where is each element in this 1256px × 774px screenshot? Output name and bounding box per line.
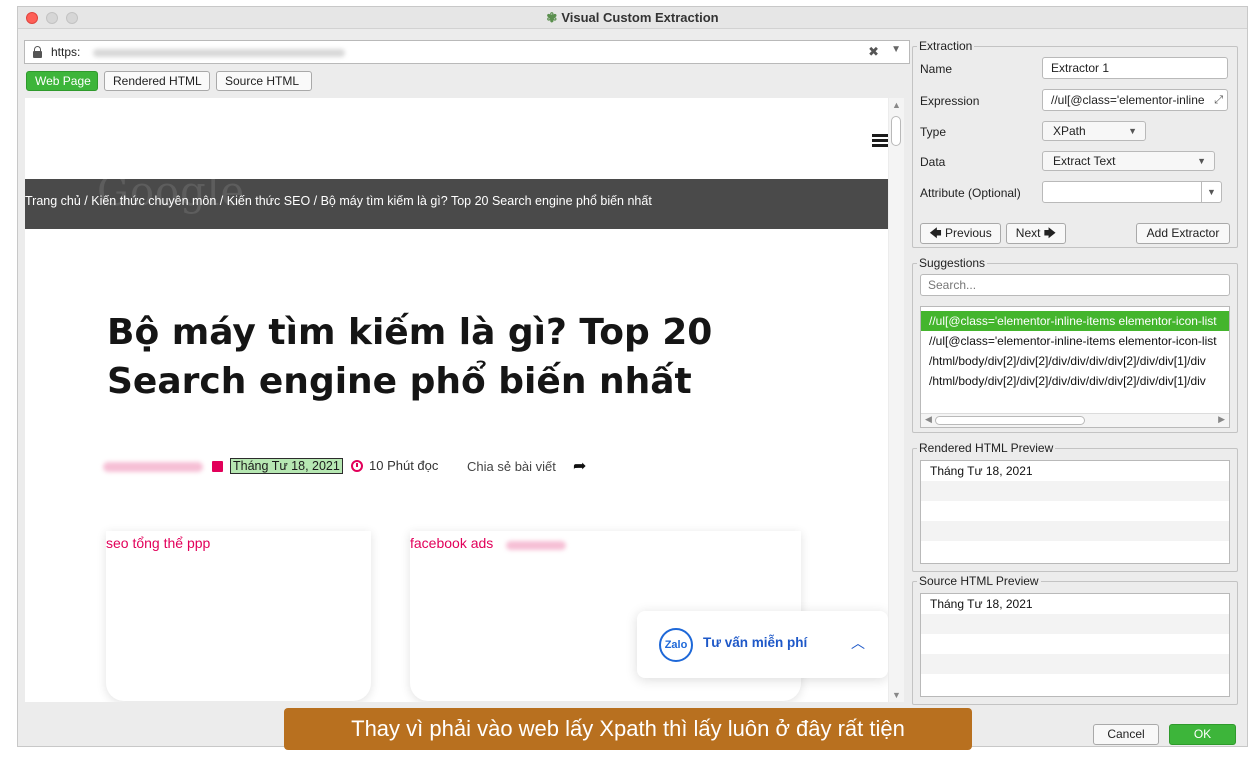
name-field[interactable]: Extractor 1 [1042,57,1228,79]
data-select-value: Extract Text [1053,154,1116,168]
suggestion-item[interactable]: /html/body/div[2]/div[2]/div/div/div/div… [921,371,1229,391]
scroll-left-icon[interactable]: ◀ [925,414,932,425]
chevron-down-icon[interactable]: ▼ [1201,182,1221,202]
clear-url-icon[interactable]: ✖ [868,44,879,60]
rendered-preview-label: Rendered HTML Preview [917,441,1056,455]
scrollbar-thumb[interactable] [891,116,901,146]
ok-button[interactable]: OK [1169,724,1236,745]
cancel-button[interactable]: Cancel [1093,724,1159,745]
zalo-icon: Zalo [659,628,693,662]
data-label: Data [920,155,946,169]
suggestions-search-input[interactable] [928,278,1222,292]
zalo-chat-widget[interactable]: Zalo Tư vấn miễn phí ︿ [637,611,888,678]
rendered-preview-box[interactable]: Tháng Tư 18, 2021 [920,460,1230,564]
chevron-up-icon[interactable]: ︿ [851,633,865,653]
suggestion-item[interactable]: /html/body/div[2]/div[2]/div/div/div/div… [921,351,1229,371]
suggestion-item[interactable]: //ul[@class='elementor-inline-items elem… [921,331,1229,351]
post-title-redacted [506,541,566,550]
window-title: ✾ Visual Custom Extraction [546,10,719,25]
scroll-down-icon[interactable]: ▼ [892,690,901,700]
web-page-view[interactable]: Google Trang chủ / Kiến thức chuyên môn … [25,98,888,702]
tab-rendered-html[interactable]: Rendered HTML [104,71,210,91]
source-preview-text: Tháng Tư 18, 2021 [930,597,1033,611]
tab-web-page[interactable]: Web Page [26,71,98,91]
tab-source-html[interactable]: Source HTML [216,71,312,91]
chevron-down-icon: ▼ [1128,126,1137,136]
related-post-title[interactable]: seo tổng thể ppp [106,535,210,551]
share-arrow-icon[interactable]: ➦ [573,456,586,476]
title-bar: ✾ Visual Custom Extraction [18,7,1247,29]
expand-icon[interactable]: ⤢ [1214,90,1223,110]
breadcrumb[interactable]: Trang chủ / Kiến thức chuyên môn / Kiến … [25,194,652,208]
suggestion-item[interactable]: //ul[@class='elementor-inline-items elem… [921,311,1229,331]
attribute-combo[interactable]: ▼ [1042,181,1222,203]
next-button[interactable]: Next 🡆 [1006,223,1066,244]
url-text: https: [51,45,81,59]
app-icon: ✾ [546,10,558,25]
data-select[interactable]: Extract Text ▼ [1042,151,1215,171]
url-bar[interactable]: https: ✖ ▼ [24,40,910,64]
article-date-highlighted[interactable]: Tháng Tư 18, 2021 [230,458,343,474]
article-headline: Bộ máy tìm kiếm là gì? Top 20 Search eng… [107,312,713,402]
extraction-group-label: Extraction [917,39,975,53]
scroll-right-icon[interactable]: ▶ [1218,414,1225,425]
arrow-left-icon: 🡄 [929,226,946,240]
source-preview-box[interactable]: Tháng Tư 18, 2021 [920,593,1230,697]
arrow-right-icon: 🡆 [1040,226,1057,240]
lock-icon [33,46,42,58]
web-page-scrollbar[interactable]: ▲ ▼ [889,98,904,702]
source-preview-label: Source HTML Preview [917,574,1041,588]
attribute-label: Attribute (Optional) [920,186,1021,200]
suggestions-group-label: Suggestions [917,256,988,270]
expression-label: Expression [920,94,980,108]
rendered-preview-text: Tháng Tư 18, 2021 [930,464,1033,478]
suggestions-horizontal-scrollbar[interactable]: ◀ ▶ [921,413,1229,427]
clock-icon [351,460,363,472]
author-redacted [103,462,203,472]
related-post-title[interactable]: facebook ads [410,535,493,551]
related-post-card[interactable]: seo tổng thể ppp [106,531,371,701]
type-select-value: XPath [1053,124,1086,138]
add-extractor-button[interactable]: Add Extractor [1136,223,1230,244]
chevron-down-icon: ▼ [1197,156,1206,166]
type-label: Type [920,125,947,139]
expression-text: //ul[@class='elementor-inline [1051,93,1205,107]
scroll-up-icon[interactable]: ▲ [892,100,901,110]
share-label[interactable]: Chia sẻ bài viết [467,459,556,474]
scrollbar-thumb[interactable] [935,416,1085,425]
caption-overlay: Thay vì phải vào web lấy Xpath thì lấy l… [284,708,972,750]
suggestions-list[interactable]: //ul[@class='elementor-inline-items elem… [920,306,1230,428]
previous-button[interactable]: 🡄 Previous [920,223,1001,244]
breadcrumb-banner: Google Trang chủ / Kiến thức chuyên môn … [25,179,888,229]
hamburger-menu-icon[interactable] [872,134,888,148]
name-label: Name [920,62,953,76]
zalo-label[interactable]: Tư vấn miễn phí [703,635,807,650]
read-time: 10 Phút đọc [369,458,439,473]
url-redacted [93,49,345,57]
expression-field[interactable]: //ul[@class='elementor-inline ⤢ [1042,89,1228,111]
suggestions-search[interactable] [920,274,1230,296]
type-select[interactable]: XPath ▼ [1042,121,1146,141]
calendar-icon [212,461,223,472]
url-dropdown-icon[interactable]: ▼ [891,44,901,55]
